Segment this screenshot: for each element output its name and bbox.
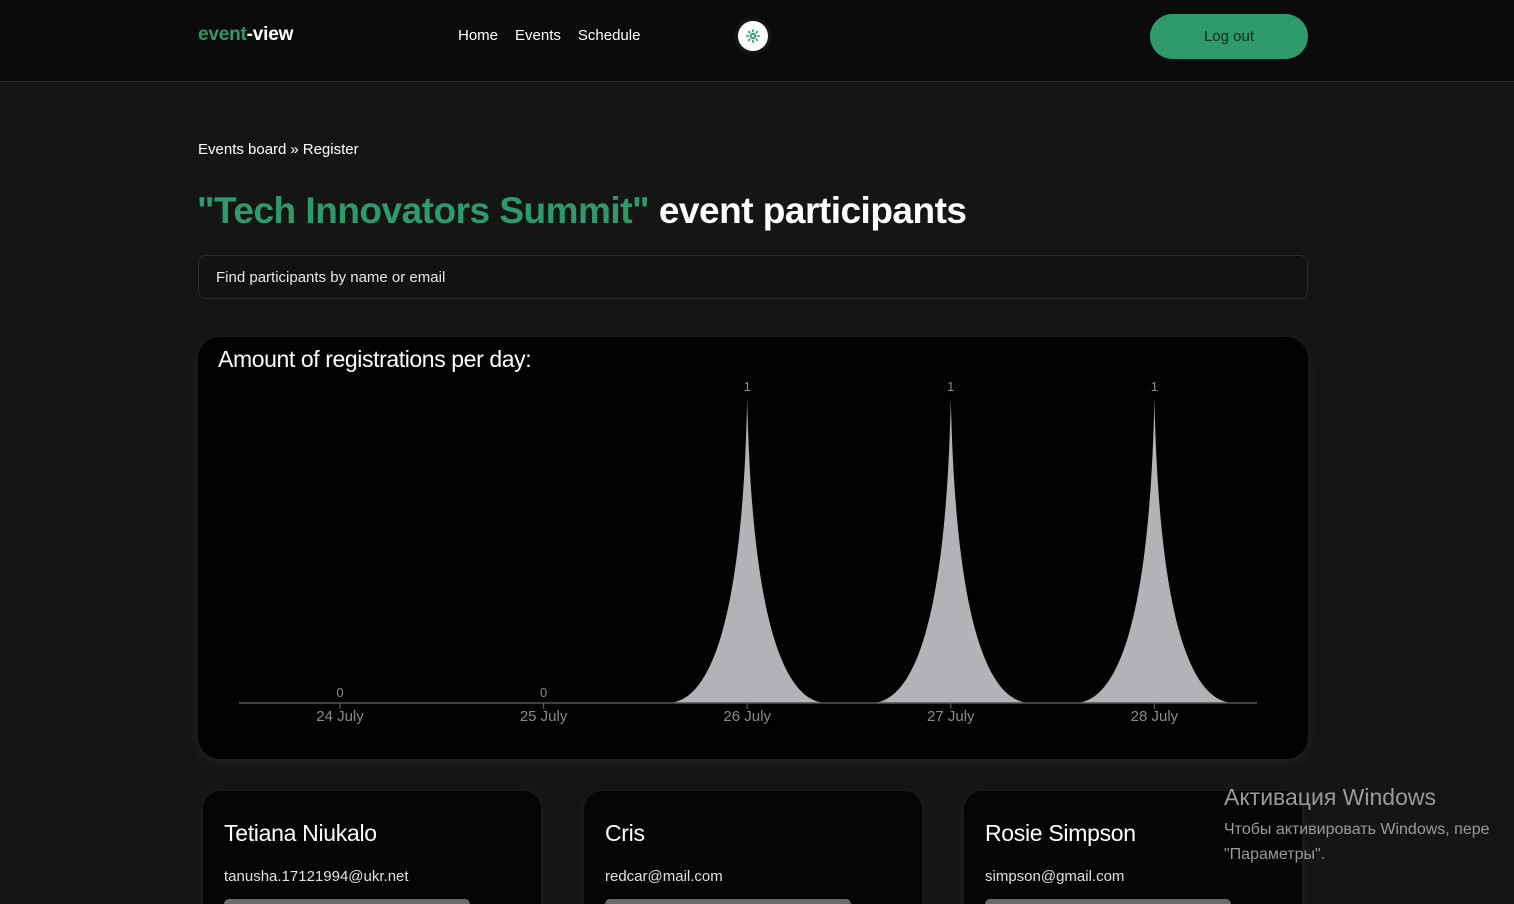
breadcrumb-separator: » <box>290 141 299 158</box>
logo-rest: -view <box>246 24 294 45</box>
logout-button[interactable]: Log out <box>1150 14 1308 59</box>
chart-peak-4 <box>1074 398 1235 703</box>
participant-name: Cris <box>605 820 645 846</box>
x-tick-label: 27 July <box>927 708 975 725</box>
participant-search-input[interactable] <box>198 255 1308 299</box>
participant-action-button[interactable] <box>605 899 851 904</box>
sun-gear-icon <box>746 29 760 43</box>
participant-name: Tetiana Niukalo <box>224 820 377 846</box>
x-tick-label: 24 July <box>316 708 364 725</box>
windows-activation-watermark: Активация Windows Чтобы активировать Win… <box>1224 784 1490 867</box>
participant-email: simpson@gmail.com <box>985 868 1125 885</box>
participant-email: tanusha.17121994@ukr.net <box>224 868 409 885</box>
nav-home-link[interactable]: Home <box>458 27 498 44</box>
theme-toggle-button[interactable] <box>738 21 768 51</box>
participant-action-button[interactable] <box>224 899 470 904</box>
event-name: "Tech Innovators Summit" <box>197 190 650 231</box>
watermark-title: Активация Windows <box>1224 784 1436 810</box>
participant-card[interactable]: Tetiana Niukalo tanusha.17121994@ukr.net <box>203 791 541 904</box>
nav-events-link[interactable]: Events <box>515 27 561 44</box>
participant-action-button[interactable] <box>985 899 1231 904</box>
data-label: 0 <box>336 685 343 700</box>
nav-schedule-link[interactable]: Schedule <box>578 27 641 44</box>
chart-peak-2 <box>667 398 828 703</box>
participant-card[interactable]: Cris redcar@mail.com <box>584 791 922 904</box>
registrations-chart-card: Amount of registrations per day: 0 0 1 1 1 24… <box>198 337 1308 759</box>
breadcrumb: Events board » Register <box>198 141 359 158</box>
registrations-chart: 0 0 1 1 1 24 July 25 July 26 July 27 July 28 July <box>239 379 1257 725</box>
participant-email: redcar@mail.com <box>605 868 723 885</box>
x-tick-label: 28 July <box>1131 708 1179 725</box>
watermark-text: Чтобы активировать Windows, пере "Параме… <box>1224 821 1490 863</box>
x-tick-label: 25 July <box>520 708 568 725</box>
participant-name: Rosie Simpson <box>985 820 1136 846</box>
chart-peak-3 <box>870 398 1031 703</box>
main-nav: Home Events Schedule <box>458 27 640 44</box>
page-title-rest: event participants <box>649 190 967 231</box>
data-label: 0 <box>540 685 547 700</box>
top-header: event-view Home Events Schedule Log out <box>0 0 1514 82</box>
page-title: "Tech Innovators Summit" event participa… <box>197 190 967 232</box>
logo-accent: event <box>198 24 247 45</box>
breadcrumb-register: Register <box>302 141 359 158</box>
breadcrumb-events-board[interactable]: Events board <box>198 141 286 158</box>
logo[interactable]: event-view <box>198 24 293 46</box>
data-label: 1 <box>1151 379 1158 394</box>
data-label: 1 <box>947 379 954 394</box>
data-label: 1 <box>744 379 751 394</box>
x-tick-label: 26 July <box>723 708 771 725</box>
